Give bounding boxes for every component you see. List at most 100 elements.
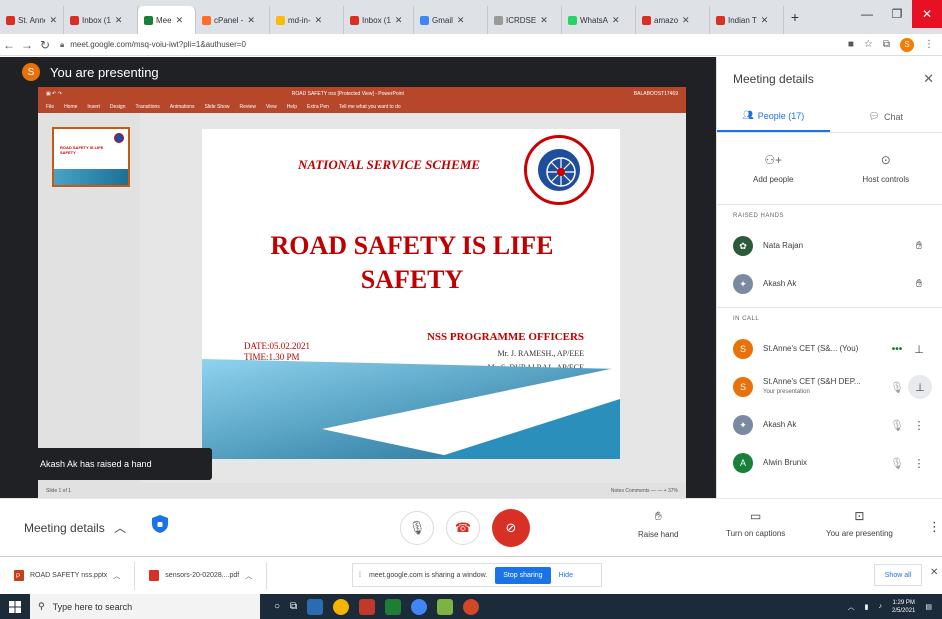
raise-hand-button[interactable]: ✋︎ Raise hand [638, 509, 678, 539]
windows-start-button[interactable] [0, 600, 30, 613]
ppt-ribbon-tab[interactable]: Transitions [136, 104, 160, 110]
leave-call-button[interactable]: ☎︎ [446, 511, 480, 545]
powerpoint-icon[interactable] [463, 598, 480, 615]
microphone-button[interactable]: 🎙︎ [400, 511, 434, 545]
present-button[interactable]: ⊡ You are presenting [826, 509, 893, 538]
ppt-ribbon-tab[interactable]: View [266, 104, 277, 110]
list-item[interactable]: ✦ Akash Ak 🎙︎ ⋮ [717, 406, 942, 444]
ppt-ribbon-tab[interactable]: Design [110, 104, 126, 110]
browser-tab[interactable]: Indian T ✕ [710, 6, 784, 34]
drag-handle-icon[interactable]: ⁞ [359, 572, 361, 579]
close-tab-icon[interactable]: ✕ [395, 15, 403, 26]
profile-avatar[interactable]: S [900, 37, 914, 52]
minimize-button[interactable]: — [852, 0, 882, 28]
browser-tab[interactable]: amazo ✕ [636, 6, 710, 34]
chevron-up-icon[interactable]: ︿ [245, 571, 252, 581]
shield-icon[interactable] [152, 515, 168, 533]
browser-tab[interactable]: Mee ✕ [138, 6, 196, 34]
close-tab-icon[interactable]: ✕ [247, 15, 255, 26]
close-window-button[interactable]: ✕ [912, 0, 942, 28]
browser-tab[interactable]: St. Anne ✕ [0, 6, 64, 34]
close-tab-icon[interactable]: ✕ [176, 15, 184, 26]
clock[interactable]: 1:29 PM 2/5/2021 [892, 599, 915, 615]
more-options-icon[interactable]: ⋮ [908, 457, 930, 470]
download-item[interactable]: P ROAD SAFETY nss.pptx ︿ [0, 561, 136, 590]
taskbar-search-input[interactable]: ⚲ Type here to search [30, 594, 260, 619]
raised-hand-icon[interactable]: ✋︎ [908, 278, 930, 291]
ppt-ribbon-tab[interactable]: Animations [170, 104, 195, 110]
excel-icon[interactable] [385, 598, 402, 615]
restore-button[interactable]: ❐ [882, 0, 912, 28]
close-tab-icon[interactable]: ✕ [612, 15, 620, 26]
reload-icon[interactable]: ↻ [36, 38, 54, 52]
ppt-ribbon-tab[interactable]: Tell me what you want to do [339, 104, 401, 110]
slide-canvas[interactable]: NATIONAL SERVICE SCHEME ROAD SAFETY IS L… [202, 129, 620, 459]
download-item[interactable]: sensors-20-02028....pdf ︿ [135, 561, 268, 590]
show-all-downloads-button[interactable]: Show all [874, 564, 922, 586]
bookmark-star-icon[interactable]: ☆ [864, 39, 873, 50]
browser-tab[interactable]: Gmail ✕ [414, 6, 488, 34]
ppt-ribbon-tab[interactable]: Home [64, 104, 77, 110]
hide-button[interactable]: Hide [559, 572, 573, 579]
browser-tab[interactable]: WhatsA ✕ [562, 6, 636, 34]
close-tab-icon[interactable]: ✕ [761, 15, 769, 26]
stop-sharing-button[interactable]: Stop sharing [495, 566, 551, 584]
chrome-icon[interactable] [333, 598, 350, 615]
back-icon[interactable]: ← [0, 38, 18, 52]
browser-tab[interactable]: cPanel - ✕ [196, 6, 270, 34]
close-icon[interactable]: ✕ [930, 567, 938, 578]
close-tab-icon[interactable]: ✕ [540, 15, 548, 26]
chevron-up-icon[interactable]: ︿ [113, 571, 120, 581]
file-explorer-icon[interactable] [307, 598, 324, 615]
browser-tab[interactable]: md-in- ✕ [270, 6, 344, 34]
filezilla-icon[interactable] [359, 598, 376, 615]
list-item[interactable]: ✿ Nata Rajan ✋︎ [717, 227, 942, 265]
camera-indicator-icon[interactable]: ■ [848, 39, 854, 50]
close-icon[interactable]: ✕ [923, 71, 934, 87]
close-tab-icon[interactable]: ✕ [457, 15, 465, 26]
host-controls-button[interactable]: ⊙ Host controls [830, 133, 942, 204]
tab-people[interactable]: 👥︎ People (17) [717, 101, 830, 132]
raised-hand-icon[interactable]: ✋︎ [908, 240, 930, 253]
ppt-ribbon-tab[interactable]: Insert [87, 104, 100, 110]
browser-tab[interactable]: Inbox (1 ✕ [64, 6, 138, 34]
slide-thumbnail[interactable]: ROAD SAFETY IS LIFE SAFETY [52, 127, 130, 187]
url-field[interactable]: 🔒︎ meet.google.com/msq-voiu-iwt?pli=1&au… [60, 36, 848, 54]
forward-icon[interactable]: → [18, 38, 36, 52]
camera-button[interactable]: ⊘ [492, 509, 530, 547]
browser-tab[interactable]: ICRDSE ✕ [488, 6, 562, 34]
close-tab-icon[interactable]: ✕ [315, 15, 323, 26]
cortana-icon[interactable]: ○ [274, 601, 280, 612]
tab-chat[interactable]: 💬︎ Chat [830, 101, 942, 132]
pin-off-icon[interactable]: ⊥ [908, 375, 932, 399]
close-tab-icon[interactable]: ✕ [49, 15, 57, 26]
browser-tab[interactable]: Inbox (1 ✕ [344, 6, 414, 34]
chrome-profile-icon[interactable] [411, 598, 428, 615]
close-tab-icon[interactable]: ✕ [115, 15, 123, 26]
ppt-ribbon-tab[interactable]: Slide Show [205, 104, 230, 110]
volume-icon[interactable]: ♪ [879, 603, 883, 610]
list-item[interactable]: S St.Anne's CET (S&H DEP... Your present… [717, 368, 942, 406]
tray-chevron-icon[interactable]: ︿ [848, 602, 855, 612]
captions-button[interactable]: ▭ Turn on captions [726, 509, 785, 538]
meeting-details-button[interactable]: Meeting details ︿ [24, 519, 126, 536]
app-icon[interactable] [437, 598, 454, 615]
ppt-zoom-controls[interactable]: Notes Comments — — + 37% [611, 488, 678, 494]
ppt-ribbon-tab[interactable]: Extra Pen [307, 104, 329, 110]
more-options-icon[interactable]: ⋮ [928, 519, 941, 535]
ppt-ribbon-tab[interactable]: Review [240, 104, 256, 110]
ppt-ribbon-tab[interactable]: File [46, 104, 54, 110]
list-item[interactable]: A Alwin Brunix 🎙︎ ⋮ [717, 444, 942, 482]
close-tab-icon[interactable]: ✕ [682, 15, 690, 26]
ppt-quick-access-icon[interactable]: ▣ ↶ ↷ [46, 91, 62, 97]
task-view-icon[interactable]: ⧉ [290, 601, 297, 612]
list-item[interactable]: ✦ Akash Ak ✋︎ [717, 265, 942, 303]
add-people-button[interactable]: ⚇+ Add people [717, 133, 830, 204]
extension-icon[interactable]: ⧉ [883, 39, 890, 50]
network-icon[interactable]: ▮ [865, 603, 869, 611]
ppt-ribbon-tab[interactable]: Help [287, 104, 297, 110]
browser-menu-icon[interactable]: ⋮ [924, 39, 934, 50]
list-item[interactable]: S St.Anne's CET (S&... (You) ••• ⊥ [717, 330, 942, 368]
more-options-icon[interactable]: ⋮ [908, 419, 930, 432]
notifications-icon[interactable]: ▤ [925, 603, 932, 611]
